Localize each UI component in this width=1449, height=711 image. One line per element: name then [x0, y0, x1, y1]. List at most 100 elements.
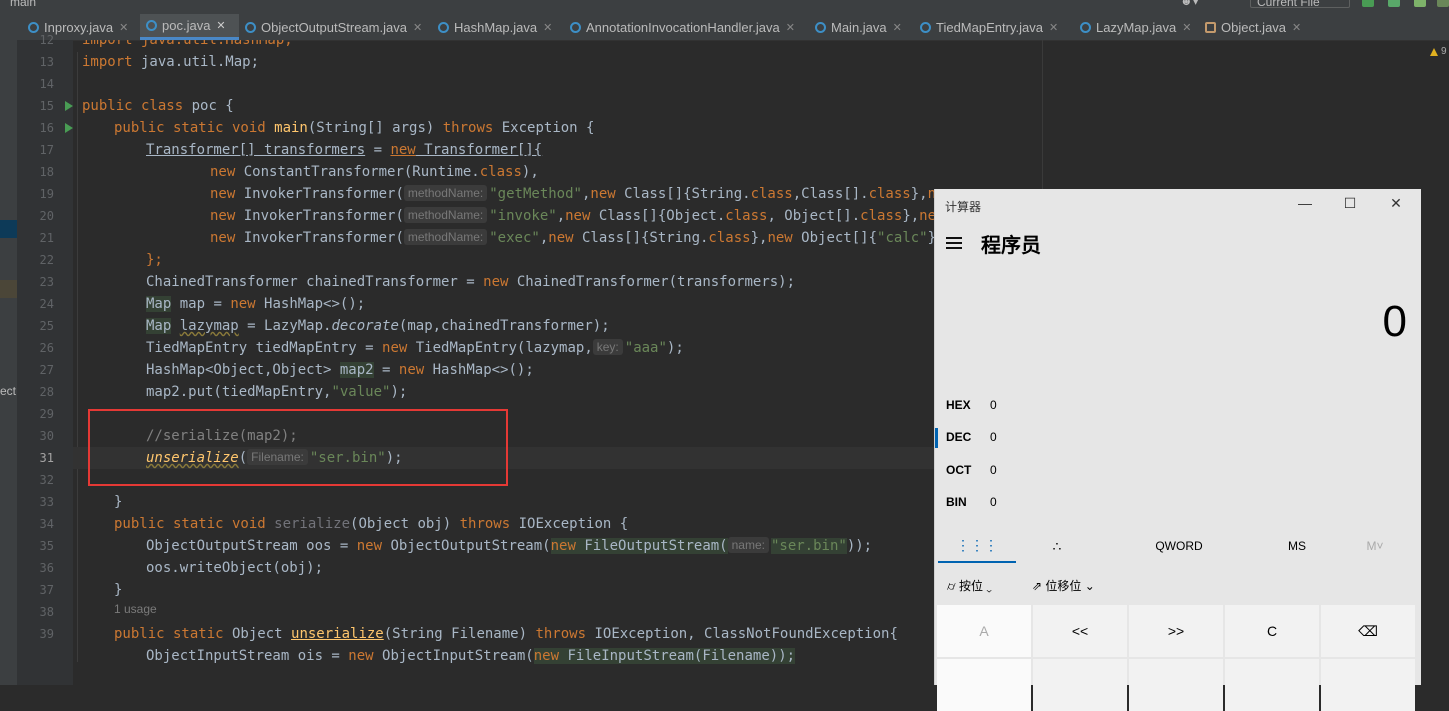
class-icon	[1080, 21, 1091, 33]
code-line-25: Map lazymap = LazyMap.decorate(map,chain…	[146, 318, 610, 334]
close-icon[interactable]: ✕	[1182, 21, 1191, 34]
tab-object[interactable]: Object.java ✕	[1199, 14, 1319, 40]
key-row2-2[interactable]	[1033, 659, 1127, 711]
line-number: 35	[39, 539, 54, 553]
backspace-icon[interactable]: ⌫	[1321, 605, 1415, 657]
line-number: 23	[39, 275, 54, 289]
class-icon	[815, 21, 826, 33]
bit-toggle-tab[interactable]: ∴	[1035, 529, 1079, 563]
line-number: 24	[39, 297, 54, 311]
debug-icon[interactable]	[1388, 0, 1400, 7]
code-line-16: public static void main(String[] args) t…	[114, 120, 595, 136]
class-icon	[570, 21, 581, 33]
key-row2-5[interactable]	[1321, 659, 1415, 711]
line-number: 14	[39, 77, 54, 91]
run-config-select[interactable]: Current File	[1250, 0, 1350, 9]
line-number: 21	[39, 231, 54, 245]
line-number: 37	[39, 583, 54, 597]
code-line-36: oos.writeObject(obj);	[146, 560, 324, 576]
radix-hex[interactable]: HEX 0	[935, 389, 1421, 421]
warning-count[interactable]: 9	[1441, 46, 1447, 57]
line-number: 20	[39, 209, 54, 223]
memory-list-button[interactable]: M˅	[1355, 529, 1395, 563]
menu-icon[interactable]	[946, 237, 962, 252]
usage-hint[interactable]: 1 usage	[114, 602, 157, 616]
close-icon[interactable]: ✕	[1049, 21, 1058, 34]
key-shift-left[interactable]: <<	[1033, 605, 1127, 657]
line-number: 34	[39, 517, 54, 531]
coverage-icon[interactable]	[1414, 0, 1426, 7]
tab-hashmap[interactable]: HashMap.java ✕	[432, 14, 564, 40]
key-row2-1[interactable]	[937, 659, 1031, 711]
line-number: 16	[39, 121, 54, 135]
code-line-21: new InvokerTransformer(methodName: "exec"…	[210, 229, 934, 246]
bitshift-dropdown[interactable]: ⇗ 位移位 ⌄	[1032, 577, 1095, 594]
run-main-icon[interactable]	[65, 123, 73, 133]
project-tree-clipped-text[interactable]: ect	[0, 384, 16, 398]
bit-keypad-icon: ∴	[1052, 537, 1062, 554]
line-number: 31	[39, 451, 54, 465]
tree-selection[interactable]	[0, 220, 17, 238]
tab-lazymap[interactable]: LazyMap.java ✕	[1074, 14, 1199, 40]
user-icon[interactable]: ☻▾	[1180, 0, 1199, 8]
close-icon[interactable]: ✕	[1381, 195, 1411, 212]
close-icon[interactable]: ✕	[119, 21, 128, 34]
tab-main[interactable]: Main.java ✕	[809, 14, 914, 40]
close-icon[interactable]: ✕	[893, 21, 902, 34]
close-icon[interactable]: ✕	[413, 21, 422, 34]
tab-objectoutputstream[interactable]: ObjectOutputStream.java ✕	[239, 14, 432, 40]
close-icon[interactable]: ✕	[543, 21, 552, 34]
run-class-icon[interactable]	[65, 101, 73, 111]
project-label[interactable]: main	[10, 0, 36, 9]
param-hint: key:	[592, 339, 623, 355]
line-number: 22	[39, 253, 54, 267]
radix-oct[interactable]: OCT 0	[935, 454, 1421, 486]
bitwise-dropdown[interactable]: ⌭ 按位 ⌄	[947, 577, 992, 594]
param-hint: name:	[727, 537, 769, 553]
tab-annotationinvocationhandler[interactable]: AnnotationInvocationHandler.java ✕	[564, 14, 809, 40]
code-line-23: ChainedTransformer chainedTransformer = …	[146, 274, 796, 290]
line-number: 12	[39, 33, 54, 47]
run-icon[interactable]	[1362, 0, 1374, 7]
key-clear[interactable]: C	[1225, 605, 1319, 657]
key-a[interactable]: A	[937, 605, 1031, 657]
close-icon[interactable]: ✕	[1292, 21, 1301, 34]
close-icon[interactable]: ✕	[216, 19, 225, 32]
code-line-13: import java.util.Map;	[82, 54, 260, 70]
line-number: 30	[39, 429, 54, 443]
warning-icon[interactable]	[1430, 48, 1438, 56]
radix-dec[interactable]: DEC 0	[935, 421, 1421, 453]
maximize-icon[interactable]: ☐	[1335, 195, 1365, 212]
minimize-icon[interactable]: —	[1290, 195, 1320, 211]
code-editor[interactable]: import java.util.HashMap; import java.ut…	[82, 40, 934, 685]
line-number: 38	[39, 605, 54, 619]
memory-store-button[interactable]: MS	[1275, 529, 1319, 563]
code-line-33: }	[114, 494, 123, 510]
key-shift-right[interactable]: >>	[1129, 605, 1223, 657]
key-row2-4[interactable]	[1225, 659, 1319, 711]
full-keypad-tab[interactable]: ⋮⋮⋮	[938, 529, 1016, 563]
line-number: 17	[39, 143, 54, 157]
word-size-button[interactable]: QWORD	[1135, 529, 1223, 563]
result-display: 0	[1382, 297, 1407, 346]
mode-title: 程序员	[981, 235, 1041, 257]
selected-indicator	[935, 428, 938, 448]
line-number: 32	[39, 473, 54, 487]
indent-guide	[77, 52, 78, 662]
line-number: 19	[39, 187, 54, 201]
code-line-27: HashMap<Object,Object> map2 = new HashMa…	[146, 362, 534, 378]
annotation-red-box	[88, 409, 508, 486]
line-number: 33	[39, 495, 54, 509]
code-line-17: Transformer[] transformers = new Transfo…	[146, 142, 543, 158]
key-row2-3[interactable]	[1129, 659, 1223, 711]
tree-highlight[interactable]	[0, 280, 17, 298]
tab-tiedmapentry[interactable]: TiedMapEntry.java ✕	[914, 14, 1074, 40]
class-icon	[438, 21, 449, 33]
profile-icon[interactable]	[1437, 0, 1449, 7]
code-line-37: }	[114, 582, 123, 598]
line-number: 27	[39, 363, 54, 377]
tab-poc[interactable]: poc.java ✕	[140, 14, 239, 40]
code-line-15: public class poc {	[82, 98, 234, 114]
radix-bin[interactable]: BIN 0	[935, 486, 1421, 518]
close-icon[interactable]: ✕	[786, 21, 795, 34]
